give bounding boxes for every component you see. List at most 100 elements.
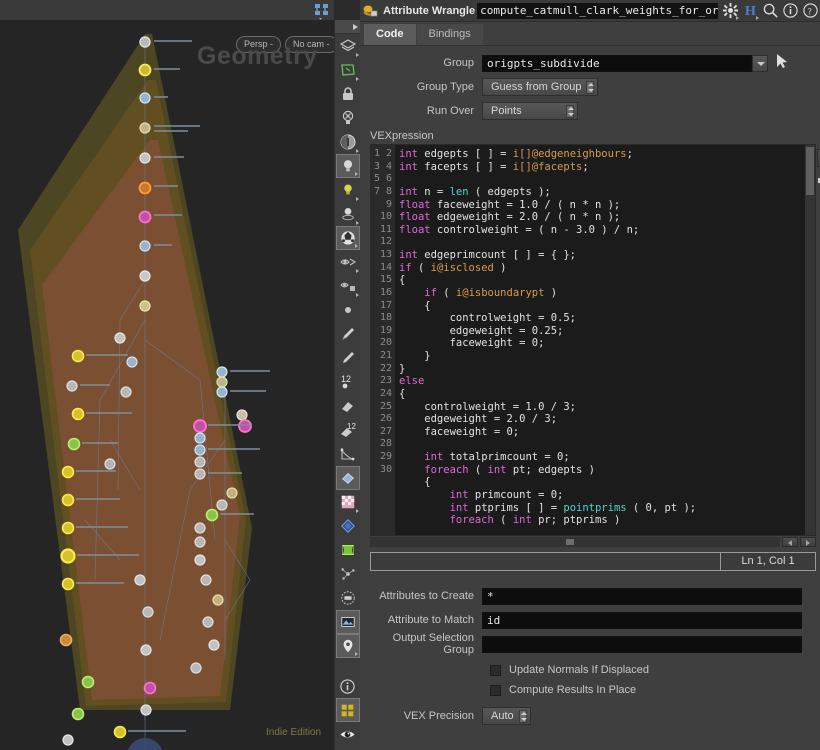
circle-disc-icon[interactable] [336, 586, 360, 610]
editor-vertical-scrollbar[interactable] [805, 145, 815, 535]
layers-icon[interactable] [336, 34, 360, 58]
twelve-sculpt-icon[interactable]: 12 [336, 418, 360, 442]
parameter-tabs[interactable]: Code Bindings [360, 22, 820, 46]
camera-lock-icon[interactable] [336, 274, 360, 298]
editor-horizontal-scrollbar[interactable] [370, 536, 816, 548]
gear-icon[interactable] [720, 1, 740, 21]
vex-precision-value: Auto [491, 710, 514, 722]
hscroll-left-button[interactable] [782, 537, 798, 547]
output-selection-group-input[interactable] [482, 635, 802, 653]
viewport-context-watermark: Geometry [197, 42, 318, 70]
run-over-spinner[interactable] [566, 105, 574, 118]
environment-ball-icon[interactable] [335, 226, 360, 250]
viewport-canvas[interactable] [0, 20, 334, 750]
twelve-point-icon[interactable]: 12 [336, 370, 360, 394]
param-row-vex-precision: VEX Precision Auto [360, 705, 820, 727]
viewport-toolstrip[interactable]: 12 12 [334, 20, 361, 750]
select-geometry-icon[interactable] [336, 58, 360, 82]
param-row-attributes-to-create: Attributes to Create * [360, 585, 820, 607]
editor-code-area[interactable]: int edgepts [ ] = i[]@edgeneighbours; in… [395, 145, 805, 535]
update-normals-checkbox[interactable] [490, 664, 501, 676]
node-name-field[interactable]: compute_catmull_clark_weights_for_origin… [477, 2, 718, 19]
houdini-h-icon[interactable]: H [740, 1, 760, 21]
tab-code[interactable]: Code [364, 24, 416, 45]
vex-precision-label: VEX Precision [403, 710, 474, 722]
group-type-label: Group Type [416, 81, 474, 93]
edition-watermark: Indie Edition [266, 727, 322, 738]
network-tree-icon[interactable] [313, 2, 331, 20]
eyedropper-icon[interactable] [336, 346, 360, 370]
light-bulb-icon[interactable] [335, 154, 360, 178]
hscroll-right-button[interactable] [800, 537, 816, 547]
image-plane-icon[interactable] [335, 610, 360, 634]
green-field-icon[interactable] [336, 538, 360, 562]
group-dropdown-button[interactable] [752, 54, 768, 72]
lock-icon[interactable] [336, 82, 360, 106]
paint-bucket-icon[interactable] [335, 466, 360, 490]
bottom-params: Attributes to Create * Attribute to Matc… [360, 585, 820, 727]
attributes-to-create-input[interactable]: * [482, 587, 802, 605]
checkbox-row-compute-in-place: Compute Results In Place [360, 681, 820, 699]
attribute-to-match-input[interactable]: id [482, 611, 802, 629]
attributes-to-create-label: Attributes to Create [379, 590, 474, 602]
paint-brush-icon[interactable] [336, 322, 360, 346]
help-icon[interactable]: ? [800, 1, 820, 21]
group-pick-icon[interactable] [774, 53, 790, 74]
bulb-off-icon[interactable] [336, 106, 360, 130]
grid-quad-icon[interactable] [335, 698, 360, 722]
param-row-attribute-to-match: Attribute to Match id [360, 609, 820, 631]
diamond-icon[interactable] [336, 514, 360, 538]
compute-in-place-checkbox[interactable] [490, 684, 501, 696]
bulb-yellow-icon[interactable] [336, 178, 360, 202]
shading-sphere-icon[interactable] [336, 130, 360, 154]
group-input[interactable]: origpts_subdivide [482, 54, 752, 72]
node-network-graph[interactable] [0, 20, 334, 750]
camera-view-icon[interactable] [336, 250, 360, 274]
tab-bindings[interactable]: Bindings [416, 24, 483, 45]
param-row-output-selection-group: Output Selection Group [360, 632, 820, 656]
run-over-label: Run Over [426, 105, 474, 117]
editor-status-row: Ln 1, Col 1 [370, 552, 816, 571]
group-type-menu[interactable]: Guess from Group [482, 78, 599, 96]
location-pin-icon[interactable] [335, 634, 360, 658]
vex-precision-spinner[interactable] [518, 710, 527, 723]
editor-status-message [370, 552, 721, 571]
svg-text:?: ? [807, 7, 811, 17]
curve-tool-icon[interactable] [336, 442, 360, 466]
run-over-value: Points [491, 105, 522, 117]
vexpression-label: VEXpression [370, 130, 434, 142]
group-type-spinner[interactable] [586, 81, 595, 94]
viewport-pane[interactable]: Persp - No cam - Geometry Indie Edition [0, 0, 338, 750]
svg-text:H: H [744, 3, 755, 19]
point-light-icon[interactable] [336, 202, 360, 226]
node-type-label: Attribute Wrangle [383, 4, 476, 17]
vex-code-editor[interactable]: 1 2 3 4 5 6 7 8 9 10 11 12 13 14 15 16 1… [370, 144, 820, 536]
search-icon[interactable] [760, 1, 780, 21]
compute-in-place-label: Compute Results In Place [509, 684, 637, 696]
output-selection-group-label: Output Selection Group [392, 632, 474, 656]
param-row-run-over: Run Over Points [360, 100, 820, 122]
param-row-group-type: Group Type Guess from Group [360, 76, 820, 98]
checker-texture-icon[interactable] [336, 490, 360, 514]
toolstrip-collapse-handle[interactable] [334, 20, 361, 34]
paint-hand-icon[interactable] [336, 394, 360, 418]
parameter-titlebar: Attribute Wrangle compute_catmull_clark_… [360, 0, 820, 22]
info-icon[interactable] [336, 674, 360, 698]
parameter-pane[interactable]: Attribute Wrangle compute_catmull_clark_… [360, 0, 820, 750]
param-row-group: Group origpts_subdivide [360, 52, 820, 74]
hscroll-thumb[interactable] [566, 539, 575, 545]
dot-icon[interactable] [336, 298, 360, 322]
checkbox-row-update-normals: Update Normals If Displaced [360, 661, 820, 679]
editor-line-column-indicator: Ln 1, Col 1 [721, 552, 816, 571]
editor-scroll-thumb[interactable] [806, 147, 814, 195]
group-type-value: Guess from Group [491, 81, 582, 93]
particles-icon[interactable] [336, 562, 360, 586]
eye-visibility-icon[interactable] [336, 722, 360, 746]
info-icon[interactable] [780, 1, 800, 21]
hscroll-track[interactable] [370, 537, 780, 547]
editor-line-numbers: 1 2 3 4 5 6 7 8 9 10 11 12 13 14 15 16 1… [371, 145, 395, 535]
attribute-to-match-label: Attribute to Match [387, 614, 474, 626]
run-over-menu[interactable]: Points [482, 102, 578, 120]
svg-text:12: 12 [341, 374, 351, 384]
vex-precision-menu[interactable]: Auto [482, 707, 531, 725]
